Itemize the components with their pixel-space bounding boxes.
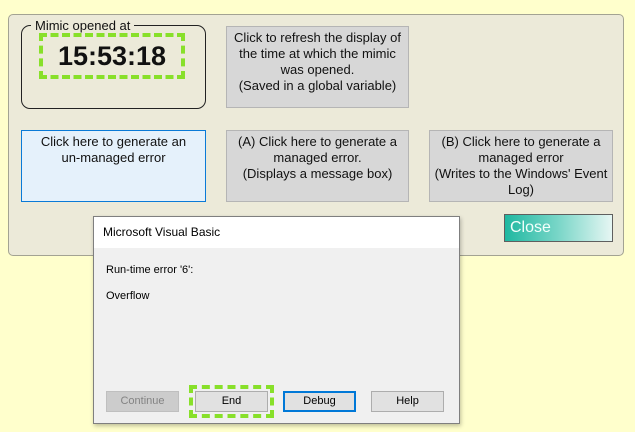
mimic-opened-label: Mimic opened at xyxy=(31,18,135,33)
refresh-time-button[interactable]: Click to refresh the display of the time… xyxy=(226,26,409,108)
vb-error-dialog: Microsoft Visual Basic Run-time error '6… xyxy=(93,216,460,424)
generate-managed-error-msgbox-button[interactable]: (A) Click here to generate a managed err… xyxy=(226,130,409,202)
debug-button[interactable]: Debug xyxy=(283,391,356,412)
continue-button[interactable]: Continue xyxy=(106,391,179,412)
mimic-opened-time: 15:53:18 xyxy=(39,33,185,79)
generate-unmanaged-error-button[interactable]: Click here to generate an un-managed err… xyxy=(21,130,206,202)
close-button[interactable]: Close xyxy=(504,214,613,242)
generate-managed-error-eventlog-button[interactable]: (B) Click here to generate a managed err… xyxy=(429,130,613,202)
mimic-opened-group: Mimic opened at 15:53:18 xyxy=(21,18,206,109)
help-button[interactable]: Help xyxy=(371,391,444,412)
end-button[interactable]: End xyxy=(189,385,274,418)
error-message: Overflow xyxy=(106,290,150,302)
dialog-title: Microsoft Visual Basic xyxy=(94,217,459,248)
runtime-error-text: Run-time error '6': xyxy=(106,264,194,276)
